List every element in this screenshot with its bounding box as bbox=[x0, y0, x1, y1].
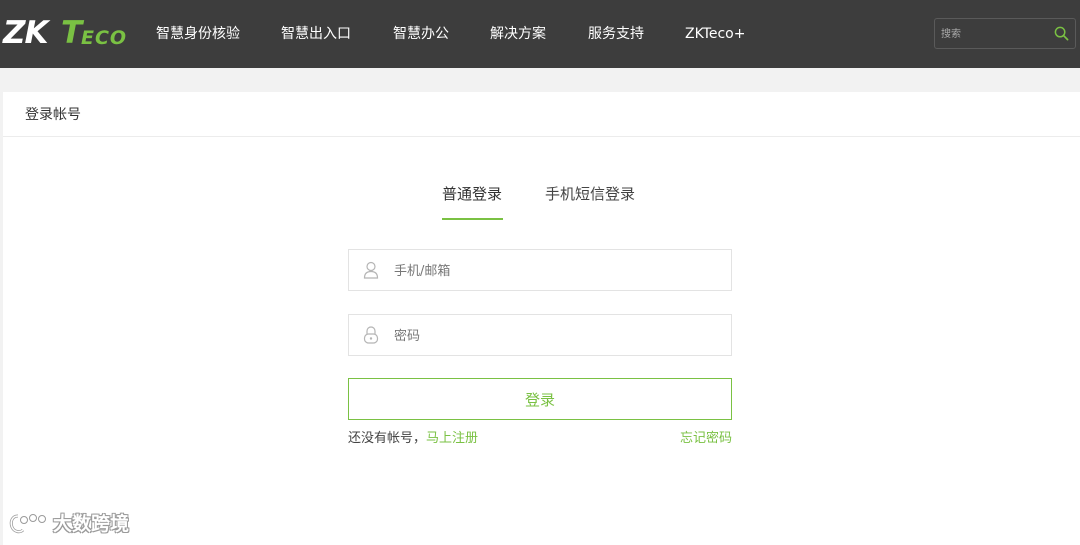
search-box bbox=[934, 18, 1076, 49]
tab-sms-login[interactable]: 手机短信登录 bbox=[545, 184, 635, 204]
page-title: 登录帐号 bbox=[25, 107, 81, 123]
watermark-logo-icon bbox=[9, 514, 46, 534]
no-account-text: 还没有帐号， bbox=[348, 431, 427, 446]
nav-item-entrance[interactable]: 智慧出入口 bbox=[281, 24, 351, 44]
logo-t-text: T bbox=[61, 15, 83, 51]
logo-zk-text: ZK bbox=[3, 15, 48, 51]
top-navigation-bar: ZK T ECO 智慧身份核验 智慧出入口 智慧办公 解决方案 服务支持 ZKT… bbox=[0, 0, 1080, 68]
nav-item-identity-verification[interactable]: 智慧身份核验 bbox=[156, 24, 240, 44]
nav-item-zkteco-plus[interactable]: ZKTeco+ bbox=[685, 24, 745, 44]
watermark-text: 大数跨境 bbox=[53, 513, 130, 535]
forgot-password-link[interactable]: 忘记密码 bbox=[680, 430, 732, 448]
lock-icon bbox=[363, 326, 379, 344]
account-field bbox=[348, 249, 732, 291]
login-button[interactable]: 登录 bbox=[348, 378, 732, 420]
nav-item-support[interactable]: 服务支持 bbox=[588, 24, 644, 44]
active-tab-indicator bbox=[442, 218, 503, 220]
nav-item-solutions[interactable]: 解决方案 bbox=[490, 24, 546, 44]
search-icon[interactable] bbox=[1054, 26, 1069, 41]
nav-item-office[interactable]: 智慧办公 bbox=[393, 24, 449, 44]
password-input[interactable] bbox=[394, 326, 714, 346]
login-panel: 登录帐号 普通登录 手机短信登录 登录 还没有帐号，马上注册 忘记密码 bbox=[3, 92, 1080, 545]
search-input[interactable] bbox=[941, 25, 1051, 43]
tab-normal-login[interactable]: 普通登录 bbox=[442, 184, 502, 204]
zkteco-logo[interactable]: ZK T ECO bbox=[3, 14, 133, 52]
register-prompt: 还没有帐号，马上注册 bbox=[348, 430, 478, 448]
register-link[interactable]: 马上注册 bbox=[426, 431, 478, 446]
logo-eco-text: ECO bbox=[81, 27, 128, 49]
account-input[interactable] bbox=[394, 261, 714, 281]
panel-header: 登录帐号 bbox=[3, 92, 1080, 137]
password-field bbox=[348, 314, 732, 356]
user-icon bbox=[363, 261, 379, 279]
